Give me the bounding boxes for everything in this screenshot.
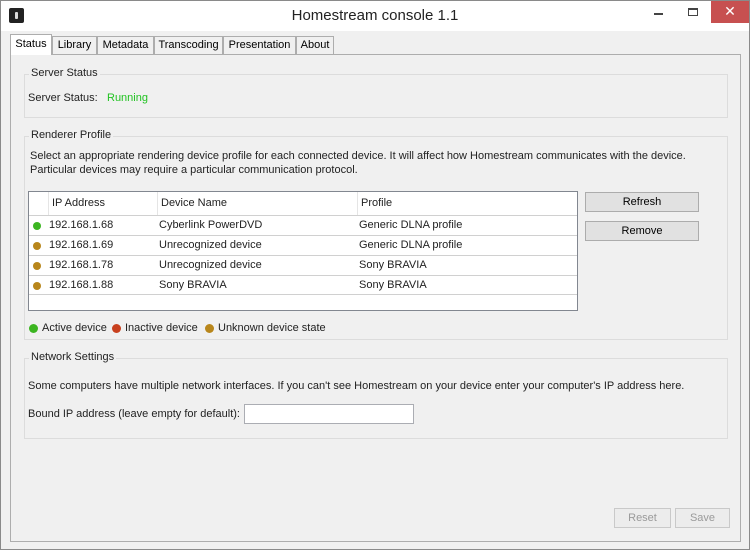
minimize-button[interactable] [641, 1, 676, 23]
table-row[interactable]: 192.168.1.88 Sony BRAVIA Sony BRAVIA [29, 275, 577, 295]
cell-profile[interactable]: Sony BRAVIA [359, 259, 427, 271]
app-window: Homestream console 1.1 ✕ Status Library … [0, 0, 750, 550]
cell-device: Cyberlink PowerDVD [159, 219, 263, 231]
tab-status[interactable]: Status [10, 34, 52, 55]
cell-device: Sony BRAVIA [159, 279, 227, 291]
table-row[interactable]: 192.168.1.69 Unrecognized device Generic… [29, 235, 577, 255]
remove-button[interactable]: Remove [585, 221, 699, 241]
save-button[interactable]: Save [675, 508, 730, 528]
cell-device: Unrecognized device [159, 239, 262, 251]
cell-profile[interactable]: Generic DLNA profile [359, 219, 462, 231]
state-dot-unknown-icon [33, 262, 41, 270]
legend-inactive-icon [112, 324, 121, 333]
tab-presentation[interactable]: Presentation [223, 36, 296, 54]
state-dot-unknown-icon [33, 282, 41, 290]
network-description: Some computers have multiple network int… [28, 380, 685, 392]
legend-unknown-icon [205, 324, 214, 333]
renderer-profile-group-title: Renderer Profile [29, 129, 114, 141]
state-dot-unknown-icon [33, 242, 41, 250]
title-bar: Homestream console 1.1 ✕ [1, 1, 749, 31]
server-status-value: Running [107, 92, 148, 104]
legend-active-label: Active device [42, 322, 107, 334]
network-settings-group: Network Settings Some computers have mul… [24, 351, 728, 439]
table-row[interactable]: 192.168.1.68 Cyberlink PowerDVD Generic … [29, 215, 577, 235]
tab-library[interactable]: Library [52, 36, 97, 54]
server-status-group: Server Status Server Status: Running [24, 67, 728, 118]
renderer-description-line1: Select an appropriate rendering device p… [30, 150, 686, 162]
window-title: Homestream console 1.1 [291, 7, 459, 24]
cell-ip: 192.168.1.68 [49, 219, 114, 231]
maximize-icon [688, 8, 698, 16]
minimize-icon [654, 13, 663, 15]
close-button[interactable]: ✕ [711, 1, 749, 23]
table-header: IP Address Device Name Profile [29, 192, 577, 215]
status-panel: Server Status Server Status: Running Ren… [10, 54, 741, 542]
reset-button[interactable]: Reset [614, 508, 671, 528]
cell-ip: 192.168.1.69 [49, 239, 114, 251]
tab-transcoding[interactable]: Transcoding [154, 36, 223, 54]
server-status-label: Server Status: [28, 92, 98, 104]
server-status-group-title: Server Status [29, 67, 100, 79]
cell-profile[interactable]: Generic DLNA profile [359, 239, 462, 251]
bound-ip-label: Bound IP address (leave empty for defaul… [28, 408, 240, 420]
cell-profile[interactable]: Sony BRAVIA [359, 279, 427, 291]
refresh-button[interactable]: Refresh [585, 192, 699, 212]
legend-unknown-label: Unknown device state [218, 322, 326, 334]
renderer-description-line2: Particular devices may require a particu… [30, 164, 358, 176]
table-header-state [29, 192, 49, 215]
table-header-ip[interactable]: IP Address [49, 192, 158, 215]
tab-about[interactable]: About [296, 36, 334, 54]
legend-inactive-label: Inactive device [125, 322, 198, 334]
tab-metadata[interactable]: Metadata [97, 36, 154, 54]
device-table[interactable]: IP Address Device Name Profile 192.168.1… [28, 191, 578, 311]
state-dot-active-icon [33, 222, 41, 230]
table-header-device[interactable]: Device Name [158, 192, 358, 215]
cell-device: Unrecognized device [159, 259, 262, 271]
legend-active-icon [29, 324, 38, 333]
network-settings-group-title: Network Settings [29, 351, 117, 363]
cell-ip: 192.168.1.88 [49, 279, 114, 291]
maximize-button[interactable] [676, 1, 711, 23]
table-header-profile[interactable]: Profile [358, 192, 577, 215]
table-row[interactable]: 192.168.1.78 Unrecognized device Sony BR… [29, 255, 577, 275]
cell-ip: 192.168.1.78 [49, 259, 114, 271]
bound-ip-input[interactable] [244, 404, 414, 424]
close-icon: ✕ [724, 3, 736, 19]
renderer-profile-group: Renderer Profile Select an appropriate r… [24, 129, 728, 340]
